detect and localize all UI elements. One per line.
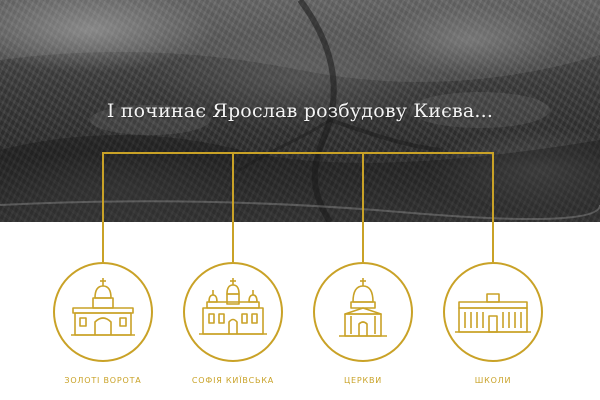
school-icon <box>455 293 531 333</box>
golden-gate-icon <box>71 278 135 336</box>
item-label-sophia-cathedral[interactable]: Софія Київська <box>163 376 303 385</box>
item-label-school[interactable]: Школи <box>423 376 563 385</box>
item-church[interactable] <box>313 262 413 362</box>
item-label-golden-gate[interactable]: Золоті ворота <box>33 376 173 385</box>
item-label-church[interactable]: Церкви <box>293 376 433 385</box>
item-sophia-cathedral[interactable] <box>183 262 283 362</box>
church-icon <box>339 278 387 337</box>
item-school[interactable] <box>443 262 543 362</box>
item-golden-gate[interactable] <box>53 262 153 362</box>
sophia-cathedral-icon <box>199 278 267 335</box>
